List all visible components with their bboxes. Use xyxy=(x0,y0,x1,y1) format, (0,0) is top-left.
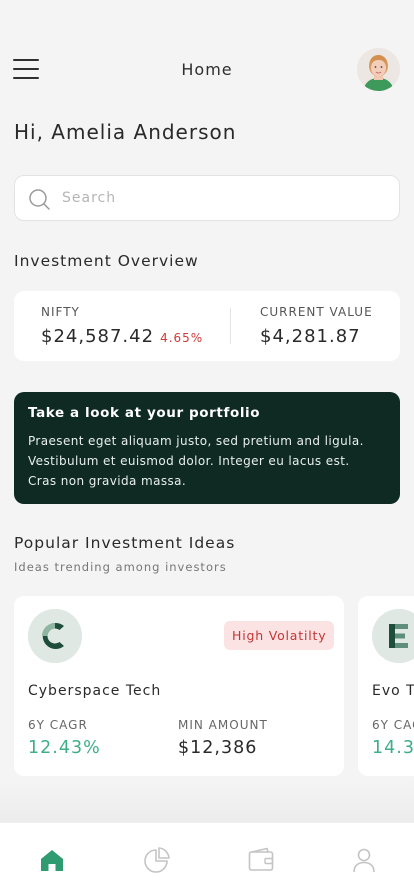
portfolio-promo-banner[interactable]: Take a look at your portfolio Praesent e… xyxy=(14,392,400,504)
nifty-value: $24,587.42 xyxy=(41,326,155,347)
volatility-badge: High Volatilty xyxy=(224,621,335,650)
popular-ideas-subtitle: Ideas trending among investors xyxy=(14,560,227,574)
pie-chart-icon[interactable] xyxy=(142,845,172,875)
search-icon xyxy=(29,189,50,210)
idea-card-evo-tech[interactable]: Evo Te 6Y CAG 14.3 xyxy=(358,596,414,776)
min-amount-value: $12,386 xyxy=(178,738,258,758)
popular-ideas-title: Popular Investment Ideas xyxy=(14,534,236,552)
nifty-stat: NIFTY $24,587.42 4.65% xyxy=(41,305,203,347)
scroll-fade xyxy=(0,780,414,822)
investment-overview-title: Investment Overview xyxy=(14,252,199,270)
cagr-value: 14.3 xyxy=(372,738,414,758)
cagr-label: 6Y CAGR xyxy=(28,718,88,732)
promo-line: Vestibulum et euismod dolor. Integer eu … xyxy=(28,454,350,468)
evo-logo-icon xyxy=(372,609,414,663)
current-value: $4,281.87 xyxy=(260,326,361,347)
investment-overview-card: NIFTY $24,587.42 4.65% CURRENT VALUE $4,2… xyxy=(14,291,400,361)
app-header: Home xyxy=(0,0,414,110)
idea-name: Evo Te xyxy=(372,683,414,699)
profile-icon[interactable] xyxy=(349,845,379,875)
current-value-stat: CURRENT VALUE $4,281.87 xyxy=(260,305,373,347)
cyberspace-logo-icon xyxy=(28,609,82,663)
nifty-label: NIFTY xyxy=(41,305,80,319)
greeting-text: Hi, Amelia Anderson xyxy=(14,120,237,144)
current-value-label: CURRENT VALUE xyxy=(260,305,373,319)
overview-divider xyxy=(230,308,231,344)
search-bar[interactable] xyxy=(14,175,400,221)
page-title: Home xyxy=(181,60,233,79)
cagr-value: 12.43% xyxy=(28,738,101,758)
min-amount-label: MIN AMOUNT xyxy=(178,718,268,732)
search-input[interactable] xyxy=(62,176,382,220)
idea-name: Cyberspace Tech xyxy=(28,683,162,699)
nifty-change: 4.65% xyxy=(160,331,204,345)
cagr-stat: 6Y CAG 14.3 xyxy=(372,718,414,758)
promo-line: Cras non gravida massa. xyxy=(28,474,187,488)
idea-card-cyberspace-tech[interactable]: High Volatilty Cyberspace Tech 6Y CAGR 1… xyxy=(14,596,344,776)
cagr-stat: 6Y CAGR 12.43% xyxy=(28,718,101,758)
promo-line: Praesent eget aliquam justo, sed pretium… xyxy=(28,434,364,448)
user-avatar[interactable] xyxy=(357,48,400,91)
wallet-icon[interactable] xyxy=(246,845,276,875)
nifty-value-row: $24,587.42 4.65% xyxy=(41,326,203,347)
promo-body: Praesent eget aliquam justo, sed pretium… xyxy=(28,431,386,491)
bottom-tab-bar xyxy=(0,822,414,896)
min-amount-stat: MIN AMOUNT $12,386 xyxy=(178,718,268,758)
cagr-label: 6Y CAG xyxy=(372,718,414,732)
promo-title: Take a look at your portfolio xyxy=(28,405,261,421)
home-icon[interactable] xyxy=(37,845,67,875)
